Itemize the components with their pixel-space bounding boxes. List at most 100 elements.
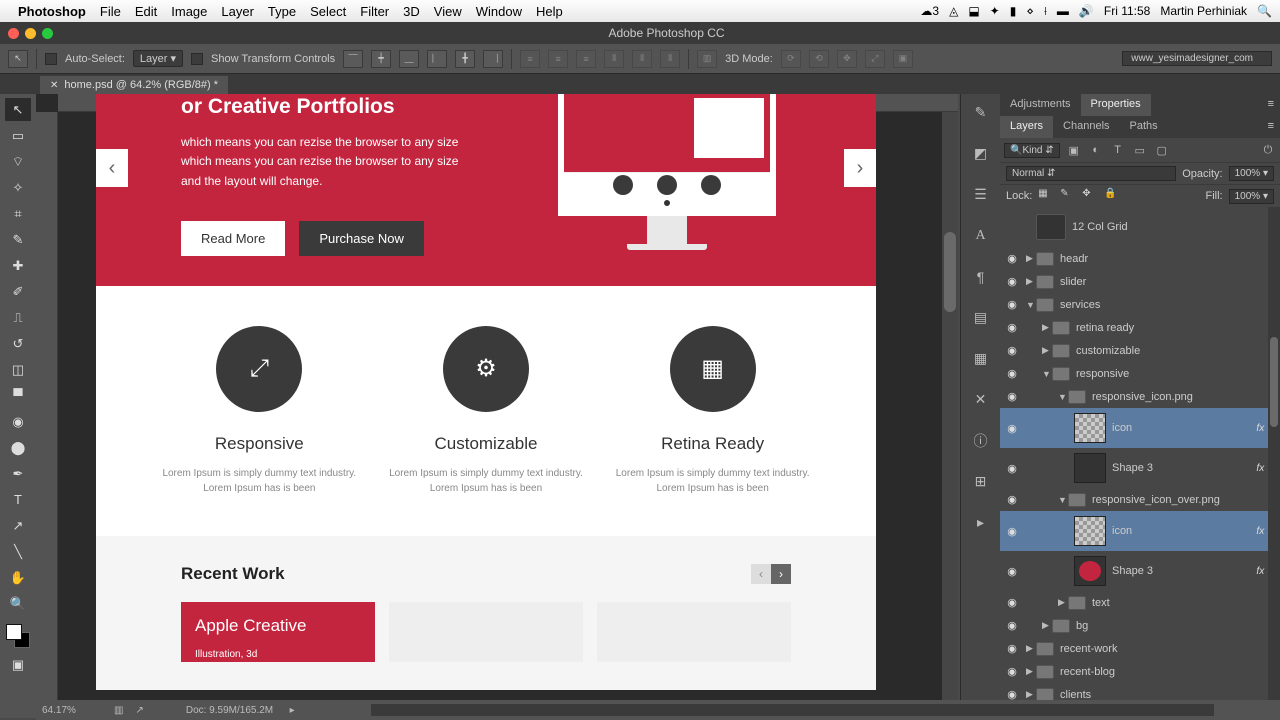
visibility-eye-icon[interactable]: ◉ xyxy=(1004,321,1020,334)
align-vmiddle-icon[interactable]: ┿ xyxy=(371,50,391,68)
align-top-icon[interactable]: ⎺ xyxy=(343,50,363,68)
history-brush-tool[interactable]: ↺ xyxy=(5,332,31,355)
disclosure-arrow-icon[interactable]: ▶ xyxy=(1026,253,1036,264)
align-hcenter-icon[interactable]: ╋ xyxy=(455,50,475,68)
path-select-tool[interactable]: ↗ xyxy=(5,514,31,537)
gdrive-icon[interactable]: ◬ xyxy=(949,4,958,18)
flag-icon[interactable]: ▬ xyxy=(1057,4,1069,18)
panel-menu-icon[interactable]: ≡ xyxy=(1262,116,1280,138)
layer-row[interactable]: ◉▶clients xyxy=(1000,683,1280,700)
glyphs-panel-icon[interactable]: ▤ xyxy=(969,305,993,330)
visibility-eye-icon[interactable]: ◉ xyxy=(1004,565,1020,578)
brush-tool[interactable]: ✐ xyxy=(5,280,31,303)
disclosure-arrow-icon[interactable]: ▶ xyxy=(1026,276,1036,287)
line-tool[interactable]: ╲ xyxy=(5,540,31,563)
menu-window[interactable]: Window xyxy=(476,4,522,19)
filter-shape-icon[interactable]: ▭ xyxy=(1132,142,1148,158)
healing-tool[interactable]: ✚ xyxy=(5,254,31,277)
visibility-eye-icon[interactable]: ◉ xyxy=(1004,298,1020,311)
layer-name[interactable]: icon xyxy=(1112,422,1256,434)
layer-name[interactable]: text xyxy=(1092,597,1276,609)
filter-toggle[interactable]: ⏻ xyxy=(1260,142,1276,158)
workspace-dropdown[interactable]: www_yesimadesigner_com xyxy=(1122,51,1272,66)
character-panel-icon[interactable]: A xyxy=(969,223,993,248)
blur-tool[interactable]: ◉ xyxy=(5,410,31,433)
scrollbar-thumb[interactable] xyxy=(1270,337,1278,427)
fill-input[interactable]: 100% ▾ xyxy=(1229,189,1274,204)
lock-paint-icon[interactable]: ✎ xyxy=(1060,188,1076,204)
visibility-eye-icon[interactable]: ◉ xyxy=(1004,390,1020,403)
filter-type-icon[interactable]: T xyxy=(1110,142,1126,158)
visibility-eye-icon[interactable]: ◉ xyxy=(1004,344,1020,357)
layer-name[interactable]: responsive xyxy=(1076,368,1276,380)
filter-pixel-icon[interactable]: ▣ xyxy=(1066,142,1082,158)
zoom-readout[interactable]: 64.17% xyxy=(42,705,102,716)
layer-row[interactable]: ◉ ▼ responsive xyxy=(1000,362,1280,385)
show-transform-checkbox[interactable] xyxy=(191,53,203,65)
status-icon-1[interactable]: ▥ xyxy=(114,705,123,716)
actions-panel-icon[interactable]: ▸ xyxy=(969,510,993,535)
move-tool-icon[interactable]: ↖ xyxy=(8,50,28,68)
layers-scrollbar[interactable] xyxy=(1268,207,1280,700)
doc-size-readout[interactable]: Doc: 9.59M/165.2M xyxy=(186,705,273,716)
layer-row[interactable]: ◉iconfx ▾ xyxy=(1000,511,1280,551)
stamp-tool[interactable]: ⎍ xyxy=(5,306,31,329)
disclosure-arrow-icon[interactable]: ▶ xyxy=(1058,597,1068,608)
layer-thumbnail[interactable] xyxy=(1074,556,1106,586)
layer-row[interactable]: ◉Shape 3fx ▾ xyxy=(1000,551,1280,591)
layer-name[interactable]: responsive_icon_over.png xyxy=(1092,494,1276,506)
dodge-tool[interactable]: ⬤ xyxy=(5,436,31,459)
disclosure-arrow-icon[interactable]: ▼ xyxy=(1042,369,1052,379)
layer-name[interactable]: icon xyxy=(1112,525,1256,537)
disclosure-arrow-icon[interactable]: ▶ xyxy=(1026,666,1036,677)
visibility-eye-icon[interactable]: ◉ xyxy=(1004,367,1020,380)
close-window-button[interactable] xyxy=(8,28,19,39)
status-app-icon[interactable]: ✦ xyxy=(990,4,1000,18)
battery-icon[interactable]: ▮ xyxy=(1010,4,1017,18)
disclosure-arrow-icon[interactable]: ▼ xyxy=(1026,300,1036,310)
wifi-icon[interactable]: ⟊ xyxy=(1044,4,1047,19)
move-tool[interactable]: ↖ xyxy=(5,98,31,121)
blend-mode-dropdown[interactable]: Normal ⇵ xyxy=(1006,166,1176,181)
dropbox-icon[interactable]: ⬓ xyxy=(968,4,979,18)
visibility-eye-icon[interactable]: ◉ xyxy=(1004,642,1020,655)
layers-list[interactable]: 12 Col Grid◉▶headr◉▶slider◉▼services◉▶re… xyxy=(1000,207,1280,700)
visibility-eye-icon[interactable]: ◉ xyxy=(1004,665,1020,678)
layer-name[interactable]: bg xyxy=(1076,620,1276,632)
visibility-eye-icon[interactable]: ◉ xyxy=(1004,493,1020,506)
layer-name[interactable]: slider xyxy=(1060,276,1276,288)
layer-comps-panel-icon[interactable]: ⊞ xyxy=(969,469,993,494)
status-scrub[interactable] xyxy=(371,704,1214,716)
scrollbar-thumb[interactable] xyxy=(944,232,956,312)
layer-row[interactable]: ◉▶bg xyxy=(1000,614,1280,637)
zoom-window-button[interactable] xyxy=(42,28,53,39)
lock-all-icon[interactable]: 🔒 xyxy=(1104,188,1120,204)
menu-image[interactable]: Image xyxy=(171,4,207,19)
disclosure-arrow-icon[interactable]: ▶ xyxy=(1042,620,1052,631)
visibility-eye-icon[interactable]: ◉ xyxy=(1004,462,1020,475)
menu-select[interactable]: Select xyxy=(310,4,346,19)
channels-tab[interactable]: Channels xyxy=(1053,116,1119,138)
properties-tab[interactable]: Properties xyxy=(1081,94,1151,116)
ruler-vertical[interactable] xyxy=(36,112,58,700)
status-flyout-icon[interactable]: ▸ xyxy=(285,703,299,717)
layer-name[interactable]: services xyxy=(1060,299,1276,311)
disclosure-arrow-icon[interactable]: ▶ xyxy=(1042,345,1052,356)
layer-name[interactable]: responsive_icon.png xyxy=(1092,391,1276,403)
layer-row[interactable]: ◉▶retina ready xyxy=(1000,316,1280,339)
auto-select-dropdown[interactable]: Layer ▾ xyxy=(133,50,183,67)
menu-filter[interactable]: Filter xyxy=(360,4,389,19)
styles-panel-icon[interactable]: ☰ xyxy=(969,182,993,207)
disclosure-arrow-icon[interactable]: ▶ xyxy=(1026,689,1036,700)
menu-layer[interactable]: Layer xyxy=(221,4,254,19)
menu-view[interactable]: View xyxy=(434,4,462,19)
swatches-panel-icon[interactable]: ◩ xyxy=(969,141,993,166)
visibility-eye-icon[interactable]: ◉ xyxy=(1004,688,1020,700)
close-tab-icon[interactable]: ✕ xyxy=(50,80,58,91)
volume-icon[interactable]: 🔊 xyxy=(1079,4,1094,18)
eraser-tool[interactable]: ◫ xyxy=(5,358,31,381)
gradient-tool[interactable]: ▀ xyxy=(5,384,31,407)
align-left-icon[interactable]: ⎸ xyxy=(427,50,447,68)
airplay-icon[interactable]: ⋄ xyxy=(1026,4,1034,18)
disclosure-arrow-icon[interactable]: ▶ xyxy=(1042,322,1052,333)
